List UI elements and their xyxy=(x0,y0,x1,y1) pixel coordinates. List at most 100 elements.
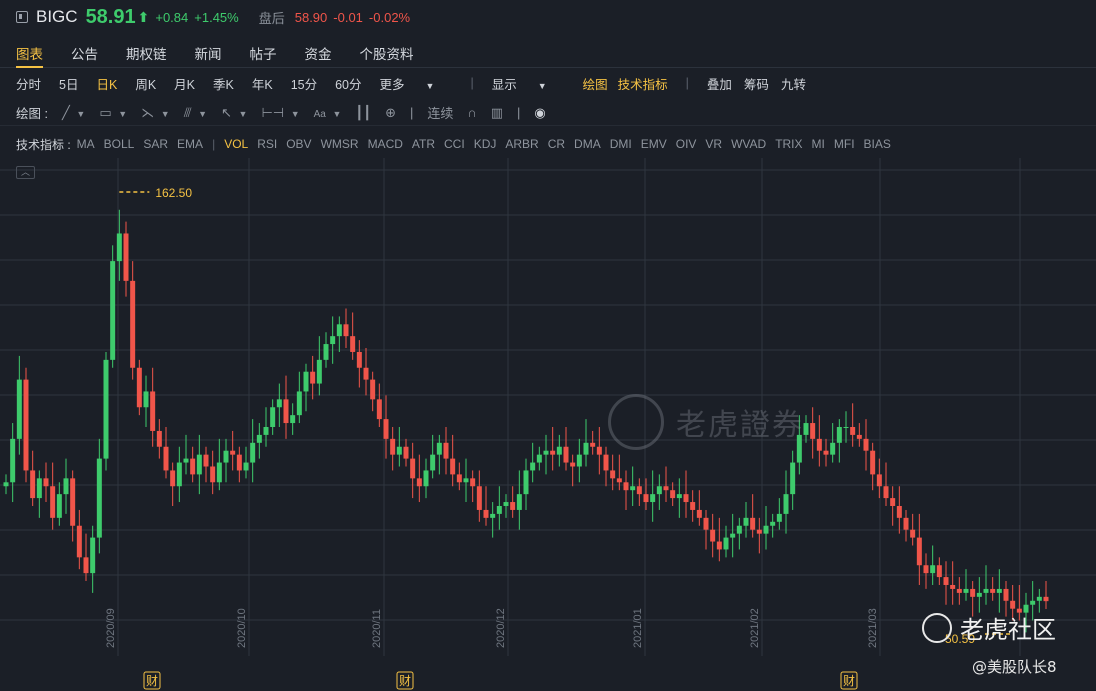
indicator-wvad[interactable]: WVAD xyxy=(731,137,766,151)
candle-body xyxy=(850,427,856,435)
after-hours-pct: -0.02% xyxy=(368,9,411,25)
indicator-vr[interactable]: VR xyxy=(705,137,722,151)
line-tool-icon[interactable]: ╱ ▼ xyxy=(62,105,85,121)
tab-options-chain[interactable]: 期权链 xyxy=(126,36,167,67)
indicator-ema[interactable]: EMA xyxy=(177,137,203,151)
tab-posts[interactable]: 帖子 xyxy=(250,36,277,67)
tab-news[interactable]: 新闻 xyxy=(195,36,222,67)
indicator-sar[interactable]: SAR xyxy=(143,137,168,151)
indicator-boll[interactable]: BOLL xyxy=(104,137,135,151)
candle-body xyxy=(430,454,436,471)
tech-indicator-toggle[interactable]: 技术指标 xyxy=(618,74,668,93)
drawing-toolbar: 绘图 : ╱ ▼ ▭ ▼ ⋋ ▼ ⫻ ▼ ↖ ▼ ⊢⊣ ▼ Aa ▼ ┃┃ ⊕ … xyxy=(0,100,1096,126)
candle-tool-icon[interactable]: ┃┃ xyxy=(355,105,371,121)
candle-body xyxy=(990,588,996,593)
trash-icon[interactable]: ▥ xyxy=(491,105,503,121)
overlay-button[interactable]: 叠加 xyxy=(707,74,732,93)
drawing-label: 绘图 : xyxy=(16,107,48,121)
draw-toggle[interactable]: 绘图 xyxy=(583,74,608,93)
indicator-rsi[interactable]: RSI xyxy=(257,137,277,151)
indicator-ma[interactable]: MA xyxy=(77,137,95,151)
last-price: 58.91 xyxy=(85,5,136,28)
tab-announcements[interactable]: 公告 xyxy=(71,36,98,67)
candle-body xyxy=(976,592,982,597)
period-daily[interactable]: 日K xyxy=(96,74,117,93)
indicator-mi[interactable]: MI xyxy=(812,137,825,151)
watchlist-flag-icon[interactable] xyxy=(16,11,28,23)
indicator-wmsr[interactable]: WMSR xyxy=(321,137,359,151)
more-label: 更多 xyxy=(379,77,405,92)
candle-body xyxy=(730,533,736,538)
candle-body xyxy=(30,470,36,499)
indicator-vol[interactable]: VOL xyxy=(224,137,248,151)
text-tool-icon[interactable]: Aa ▼ xyxy=(314,105,342,120)
candle-body xyxy=(736,525,742,534)
candle-body xyxy=(170,470,176,487)
candle-body xyxy=(203,454,209,467)
indicator-oiv[interactable]: OIV xyxy=(676,137,697,151)
candle-body xyxy=(510,502,516,510)
indicator-cr[interactable]: CR xyxy=(548,137,565,151)
candle-body xyxy=(803,423,809,435)
indicator-macd[interactable]: MACD xyxy=(368,137,403,151)
chevron-down-icon: ▼ xyxy=(425,80,435,91)
indicator-atr[interactable]: ATR xyxy=(412,137,435,151)
indicator-bias[interactable]: BIAS xyxy=(864,137,891,151)
eye-icon[interactable]: ◉ xyxy=(534,105,545,121)
more-dropdown[interactable]: 更多 ▼ xyxy=(380,74,453,93)
candle-body xyxy=(570,462,576,467)
fork-tool-icon[interactable]: ⋋ ▼ xyxy=(141,105,170,121)
candle-body xyxy=(923,565,929,574)
indicator-dma[interactable]: DMA xyxy=(574,137,601,151)
candle-body xyxy=(916,537,922,566)
period-15min[interactable]: 15分 xyxy=(291,74,317,93)
period-quarterly[interactable]: 季K xyxy=(213,74,234,93)
candle-body xyxy=(676,494,682,499)
indicator-kdj[interactable]: KDJ xyxy=(474,137,497,151)
ticker-symbol: BIGC xyxy=(36,7,78,26)
candle-body xyxy=(423,470,429,487)
rectangle-tool-icon[interactable]: ▭ ▼ xyxy=(99,105,127,121)
candle-body xyxy=(3,482,9,487)
period-60min[interactable]: 60分 xyxy=(335,74,361,93)
continuous-toggle[interactable]: 连续 xyxy=(427,103,453,122)
fibonacci-tool-icon[interactable]: ⫻ ▼ xyxy=(184,105,207,121)
arrow-tool-icon[interactable]: ↖ ▼ xyxy=(221,105,247,121)
candle-body xyxy=(1036,596,1042,601)
candle-body xyxy=(270,407,276,428)
indicator-dmi[interactable]: DMI xyxy=(610,137,632,151)
zoom-icon[interactable]: ⊕ xyxy=(385,105,396,121)
candle-body xyxy=(783,494,789,514)
candle-body xyxy=(643,494,649,503)
period-monthly[interactable]: 月K xyxy=(174,74,195,93)
indicator-trix[interactable]: TRIX xyxy=(775,137,802,151)
divider: | xyxy=(470,76,474,90)
indicator-emv[interactable]: EMV xyxy=(641,137,667,151)
candle-body xyxy=(516,494,522,510)
indicator-mfi[interactable]: MFI xyxy=(834,137,855,151)
candle-body xyxy=(583,442,589,455)
candle-body xyxy=(816,438,822,451)
divider: | xyxy=(409,105,414,120)
indicator-cci[interactable]: CCI xyxy=(444,137,465,151)
nine-turn-button[interactable]: 九转 xyxy=(781,74,806,93)
candle-body xyxy=(336,324,342,337)
candle-body xyxy=(650,494,656,503)
period-intraday[interactable]: 分时 xyxy=(16,74,41,93)
tab-capital[interactable]: 资金 xyxy=(305,36,332,67)
indicator-arbr[interactable]: ARBR xyxy=(505,137,538,151)
tab-chart[interactable]: 图表 xyxy=(16,36,43,68)
chips-button[interactable]: 筹码 xyxy=(744,74,769,93)
tab-profile[interactable]: 个股资料 xyxy=(360,36,414,67)
display-dropdown[interactable]: 显示 ▼ xyxy=(492,74,565,93)
candle-body xyxy=(563,446,569,463)
indicator-obv[interactable]: OBV xyxy=(286,137,311,151)
measure-tool-icon[interactable]: ⊢⊣ ▼ xyxy=(261,105,299,121)
period-weekly[interactable]: 周K xyxy=(135,74,156,93)
indicator-toolbar: 技术指标 : MA BOLL SAR EMA | VOL RSI OBV WMSR MACD ATR… xyxy=(0,132,900,156)
period-5day[interactable]: 5日 xyxy=(59,74,78,93)
magnet-icon[interactable]: ∩ xyxy=(467,105,476,120)
collapse-icon[interactable]: ︿ xyxy=(16,166,35,179)
candle-body xyxy=(710,529,716,542)
period-yearly[interactable]: 年K xyxy=(252,74,273,93)
